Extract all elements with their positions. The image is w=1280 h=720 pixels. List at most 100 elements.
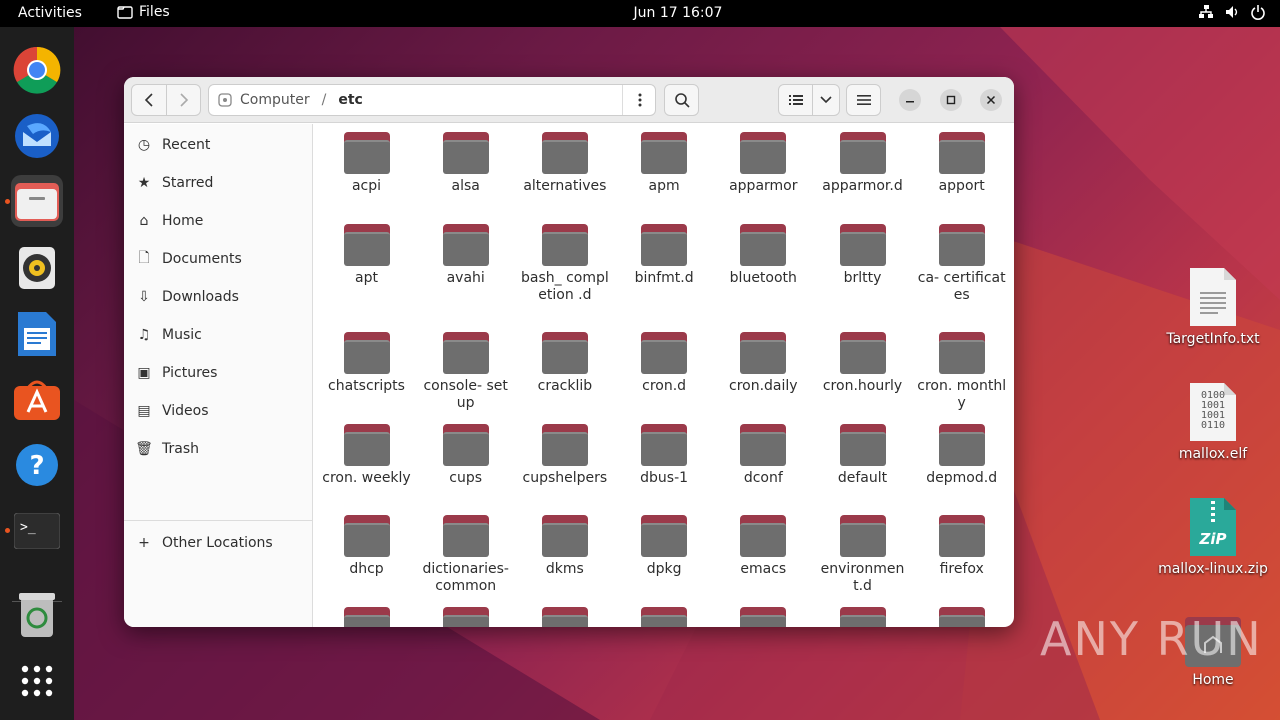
maximize-button[interactable] xyxy=(940,89,962,111)
back-button[interactable] xyxy=(131,84,167,116)
main-menu-button[interactable] xyxy=(846,84,881,116)
folder-item[interactable]: alternatives xyxy=(515,132,614,195)
folder-item[interactable]: cron.daily xyxy=(714,332,813,395)
minimize-button[interactable] xyxy=(899,89,921,111)
appcenter-icon[interactable] xyxy=(11,373,63,425)
folder-item[interactable]: chatscripts xyxy=(317,332,416,395)
system-tray[interactable] xyxy=(1198,4,1266,20)
folder-item[interactable]: firefox xyxy=(912,515,1011,578)
folder-item[interactable] xyxy=(416,607,515,627)
folder-item[interactable]: bluetooth xyxy=(714,224,813,287)
folder-item[interactable]: cups xyxy=(416,424,515,487)
folder-item[interactable]: apt xyxy=(317,224,416,287)
folder-item[interactable]: apparmor.d xyxy=(813,132,912,195)
folder-item[interactable] xyxy=(714,607,813,627)
folder-item[interactable]: dbus-1 xyxy=(615,424,714,487)
path-segment-etc[interactable]: etc xyxy=(338,92,363,108)
sidebar-item-home[interactable]: ⌂ Home xyxy=(134,206,304,236)
folder-item[interactable]: apport xyxy=(912,132,1011,195)
folder-item[interactable]: console- setup xyxy=(416,332,515,412)
folder-item[interactable]: ca- certificates xyxy=(912,224,1011,304)
folder-item[interactable]: acpi xyxy=(317,132,416,195)
folder-icon xyxy=(541,132,588,174)
desktop-file-targetinfo[interactable]: TargetInfo.txt xyxy=(1153,268,1273,347)
documents-icon: 🗋 xyxy=(138,250,150,266)
sidebar-item-other-locations[interactable]: + Other Locations xyxy=(134,528,304,558)
folder-item[interactable] xyxy=(615,607,714,627)
trash-icon[interactable] xyxy=(11,589,63,641)
files-icon[interactable] xyxy=(11,175,63,227)
folder-item[interactable]: cron.hourly xyxy=(813,332,912,395)
folder-view[interactable]: acpi alsa alternatives apm apparmor apparmor.… xyxy=(314,124,1014,627)
folder-icon xyxy=(740,515,787,557)
view-list-button[interactable] xyxy=(778,84,813,116)
folder-icon xyxy=(839,515,886,557)
sidebar-item-starred[interactable]: ★ Starred xyxy=(134,168,304,198)
folder-item[interactable] xyxy=(515,607,614,627)
folder-item[interactable]: dpkg xyxy=(615,515,714,578)
binary-glyph: 0100 1001 1001 0110 xyxy=(1200,390,1226,431)
folder-item[interactable]: cron. weekly xyxy=(317,424,416,487)
folder-item[interactable]: emacs xyxy=(714,515,813,578)
sidebar-item-label: Other Locations xyxy=(162,535,273,551)
folder-item[interactable]: environment.d xyxy=(813,515,912,595)
folder-item[interactable]: cracklib xyxy=(515,332,614,395)
folder-label: cron. weekly xyxy=(322,470,411,486)
desktop-file-mallox-elf[interactable]: 0100 1001 1001 0110 mallox.elf xyxy=(1153,383,1273,462)
folder-item[interactable]: alsa xyxy=(416,132,515,195)
folder-label: apparmor.d xyxy=(822,178,903,194)
sidebar-item-recent[interactable]: ◷ Recent xyxy=(134,130,304,160)
folder-item[interactable]: dconf xyxy=(714,424,813,487)
sidebar-item-downloads[interactable]: ⇩ Downloads xyxy=(134,282,304,312)
folder-label: cron.daily xyxy=(729,378,798,394)
thunderbird-icon[interactable] xyxy=(11,110,63,162)
sidebar-item-trash[interactable]: 🗑 Trash xyxy=(134,434,304,464)
folder-item[interactable]: apparmor xyxy=(714,132,813,195)
folder-item[interactable]: avahi xyxy=(416,224,515,287)
sidebar-item-music[interactable]: ♫ Music xyxy=(134,320,304,350)
running-indicator xyxy=(5,199,10,204)
path-bar[interactable]: Computer / etc xyxy=(208,84,656,116)
folder-icon xyxy=(839,424,886,466)
folder-item[interactable]: apm xyxy=(615,132,714,195)
view-options-button[interactable] xyxy=(812,84,840,116)
folder-item[interactable] xyxy=(912,607,1011,627)
folder-item[interactable]: brltty xyxy=(813,224,912,287)
folder-item[interactable]: default xyxy=(813,424,912,487)
app-grid-icon[interactable] xyxy=(11,655,63,707)
chrome-icon[interactable] xyxy=(11,44,63,96)
forward-button[interactable] xyxy=(166,84,201,116)
folder-label: firefox xyxy=(939,561,984,577)
folder-item[interactable]: bash_ completion .d xyxy=(515,224,614,304)
folder-label: emacs xyxy=(740,561,787,577)
folder-item[interactable]: cupshelpers xyxy=(515,424,614,487)
close-button[interactable] xyxy=(980,89,1002,111)
folder-item[interactable]: dkms xyxy=(515,515,614,578)
folder-item[interactable]: dhcp xyxy=(317,515,416,578)
clock[interactable]: Jun 17 16:07 xyxy=(0,5,1280,21)
rhythmbox-icon[interactable] xyxy=(11,242,63,294)
terminal-icon[interactable]: >_ xyxy=(11,505,63,557)
folder-item[interactable]: dictionaries-common xyxy=(416,515,515,595)
folder-item[interactable]: cron. monthly xyxy=(912,332,1011,412)
folder-label: default xyxy=(837,470,888,486)
desktop-file-mallox-zip[interactable]: ZiP mallox-linux.zip xyxy=(1153,498,1273,577)
sidebar-item-pictures[interactable]: ▣ Pictures xyxy=(134,358,304,388)
path-menu-button[interactable] xyxy=(622,85,656,115)
hamburger-icon xyxy=(856,95,871,105)
kebab-menu-icon xyxy=(638,93,641,107)
folder-item[interactable] xyxy=(317,607,416,627)
folder-item[interactable]: depmod.d xyxy=(912,424,1011,487)
path-segment-computer[interactable]: Computer xyxy=(240,92,310,108)
folder-label: acpi xyxy=(351,178,382,194)
writer-icon[interactable] xyxy=(11,308,63,360)
folder-item[interactable]: binfmt.d xyxy=(615,224,714,287)
folder-item[interactable]: cron.d xyxy=(615,332,714,395)
folder-item[interactable] xyxy=(813,607,912,627)
sidebar-item-documents[interactable]: 🗋 Documents xyxy=(134,244,304,274)
sidebar-item-videos[interactable]: ▤ Videos xyxy=(134,396,304,426)
sidebar-item-label: Music xyxy=(162,327,202,343)
help-icon[interactable]: ? xyxy=(11,439,63,491)
search-button[interactable] xyxy=(664,84,699,116)
folder-label: dconf xyxy=(743,470,783,486)
